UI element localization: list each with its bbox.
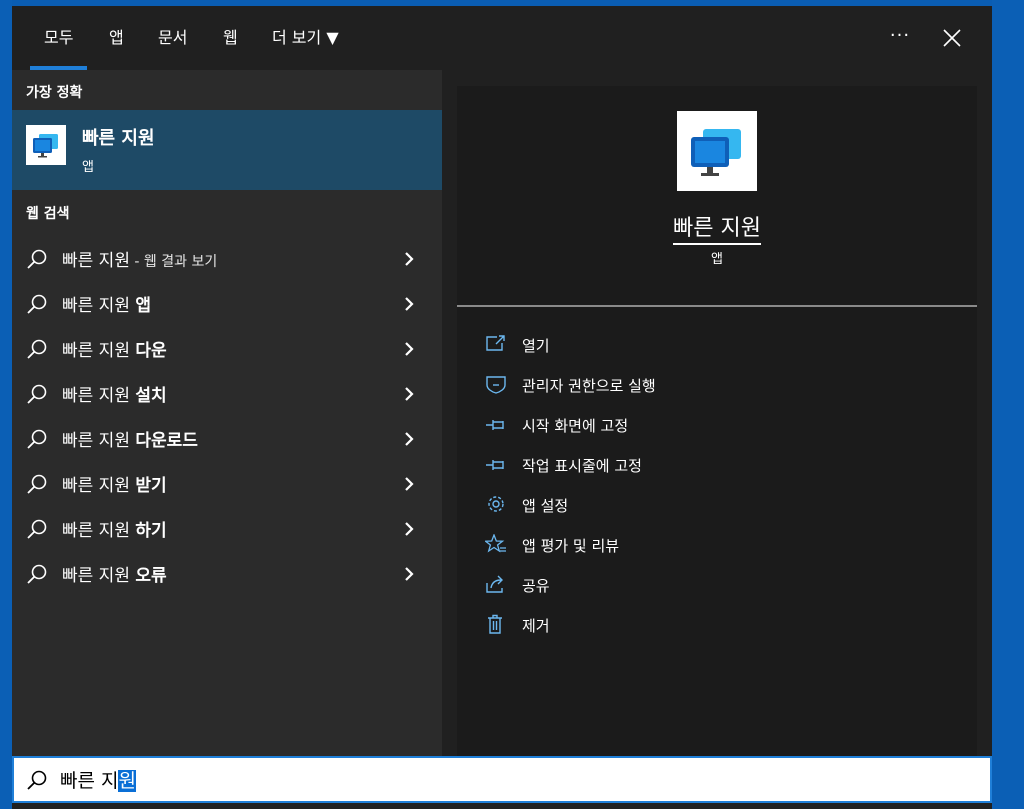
search-panel: 모두 앱 문서 웹 더 보기 ▼ ··· 가장 정확 빠른 지원 앱 웹 검색 … — [12, 6, 992, 809]
action-app-settings[interactable]: 앱 설정 — [485, 489, 945, 519]
web-result-text: 빠른 지원 다운 — [62, 341, 167, 361]
best-match-type: 앱 — [82, 160, 94, 175]
chevron-right-icon — [405, 297, 414, 311]
search-icon — [27, 429, 47, 449]
more-options-button[interactable]: ··· — [884, 22, 916, 54]
selected-text: 원 — [118, 770, 136, 792]
action-pin-to-start[interactable]: 시작 화면에 고정 — [485, 409, 945, 439]
app-tile-large — [677, 111, 757, 191]
desktop-background — [0, 0, 12, 809]
web-result-text: 빠른 지원 받기 — [62, 476, 167, 496]
shield-icon — [486, 376, 506, 394]
app-tile — [26, 125, 66, 165]
web-result-text: 빠른 지원 하기 — [62, 521, 167, 541]
web-result-row[interactable]: 빠른 지원 다운로드 — [12, 416, 442, 461]
quick-assist-icon — [33, 134, 58, 158]
action-open[interactable]: 열기 — [485, 329, 945, 359]
web-result-text: 빠른 지원 다운로드 — [62, 431, 198, 451]
close-icon — [943, 29, 961, 47]
tab-all[interactable]: 모두 — [29, 6, 89, 70]
web-result-text: 빠른 지원 - 웹 결과 보기 — [62, 251, 218, 271]
detail-pane: 빠른 지원 앱 열기 관리자 권한으로 실행 시작 화면에 고정 작업 표시줄에… — [442, 70, 992, 756]
action-pin-to-taskbar[interactable]: 작업 표시줄에 고정 — [485, 449, 945, 479]
web-search-heading: 웹 검색 — [26, 206, 70, 222]
web-result-row[interactable]: 빠른 지원 받기 — [12, 461, 442, 506]
open-icon — [486, 335, 505, 351]
tab-documents[interactable]: 문서 — [158, 6, 187, 70]
app-detail-card: 빠른 지원 앱 열기 관리자 권한으로 실행 시작 화면에 고정 작업 표시줄에… — [457, 86, 977, 756]
filter-bar: 모두 앱 문서 웹 더 보기 ▼ ··· — [12, 6, 992, 70]
best-match-item[interactable]: 빠른 지원 앱 — [12, 110, 442, 190]
desktop-background — [992, 0, 1024, 809]
action-uninstall[interactable]: 제거 — [485, 609, 945, 639]
star-icon — [485, 534, 506, 553]
trash-icon — [488, 614, 502, 634]
search-input[interactable]: 빠른 지원 — [60, 766, 136, 793]
gear-icon — [488, 496, 504, 512]
web-result-text: 빠른 지원 설치 — [62, 386, 167, 406]
app-name-link[interactable]: 빠른 지원 — [457, 210, 977, 245]
web-result-text: 빠른 지원 앱 — [62, 296, 152, 316]
chevron-right-icon — [405, 432, 414, 446]
action-share[interactable]: 공유 — [485, 569, 945, 599]
chevron-right-icon — [405, 387, 414, 401]
search-icon — [27, 294, 47, 314]
web-result-text: 빠른 지원 오류 — [62, 566, 167, 586]
web-result-row[interactable]: 빠른 지원 오류 — [12, 551, 442, 596]
chevron-right-icon — [405, 567, 414, 581]
tab-apps[interactable]: 앱 — [109, 6, 124, 70]
chevron-right-icon — [405, 522, 414, 536]
best-match-name: 빠른 지원 — [82, 128, 155, 149]
search-icon — [27, 249, 47, 269]
results-pane: 가장 정확 빠른 지원 앱 웹 검색 빠른 지원 - 웹 결과 보기 빠른 지원… — [12, 70, 442, 756]
action-rate-review[interactable]: 앱 평가 및 리뷰 — [485, 529, 945, 559]
pin-icon — [486, 420, 504, 430]
search-icon — [27, 474, 47, 494]
pin-icon — [486, 460, 504, 470]
divider — [457, 305, 977, 307]
search-icon — [27, 519, 47, 539]
tab-web[interactable]: 웹 — [223, 6, 238, 70]
share-icon — [486, 575, 503, 593]
web-result-row[interactable]: 빠른 지원 - 웹 결과 보기 — [12, 236, 442, 281]
web-result-row[interactable]: 빠른 지원 하기 — [12, 506, 442, 551]
search-icon — [27, 339, 47, 359]
action-run-as-admin[interactable]: 관리자 권한으로 실행 — [485, 369, 945, 399]
search-box[interactable]: 빠른 지원 — [12, 756, 992, 803]
tab-more[interactable]: 더 보기 ▼ — [272, 6, 339, 70]
chevron-right-icon — [405, 252, 414, 266]
search-icon — [27, 384, 47, 404]
close-button[interactable] — [932, 22, 972, 54]
chevron-right-icon — [405, 477, 414, 491]
chevron-right-icon — [405, 342, 414, 356]
web-result-row[interactable]: 빠른 지원 앱 — [12, 281, 442, 326]
web-result-row[interactable]: 빠른 지원 다운 — [12, 326, 442, 371]
quick-assist-icon — [691, 129, 741, 176]
app-type-label: 앱 — [711, 252, 723, 267]
best-match-heading: 가장 정확 — [26, 85, 83, 101]
search-icon — [27, 564, 47, 584]
search-icon — [27, 770, 47, 790]
web-result-row[interactable]: 빠른 지원 설치 — [12, 371, 442, 416]
